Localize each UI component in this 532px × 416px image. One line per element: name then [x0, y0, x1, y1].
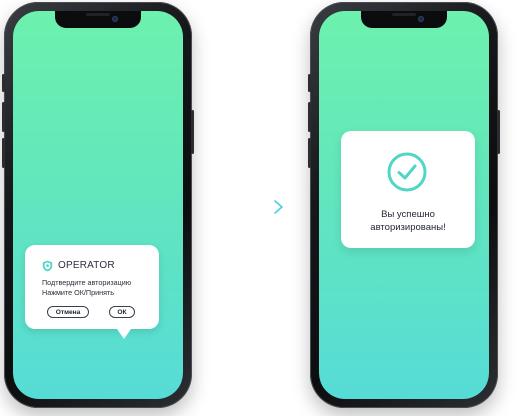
side-button [2, 74, 5, 92]
side-button [308, 74, 311, 92]
side-button [308, 138, 311, 168]
side-button [2, 102, 5, 132]
operator-app-name: OPERATOR [58, 260, 115, 271]
side-button [497, 110, 500, 154]
card-pointer [117, 329, 131, 339]
operator-auth-card: OPERATOR Подтвердите авторизацию Нажмите… [25, 245, 159, 329]
success-message: Вы успешно авторизированы! [370, 209, 446, 233]
speaker [86, 13, 110, 16]
phone-screen [13, 11, 183, 399]
shield-icon [42, 260, 53, 272]
notch [55, 11, 141, 28]
arrow-right-icon [205, 200, 283, 214]
notch [361, 11, 447, 28]
cancel-button[interactable]: Отмена [47, 306, 89, 318]
auth-message-line: Подтвердите авторизацию [42, 278, 132, 287]
speaker [392, 13, 416, 16]
ok-button[interactable]: ОК [109, 306, 135, 318]
auth-message: Подтвердите авторизацию Нажмите ОК/Приня… [42, 278, 131, 297]
camera [112, 16, 118, 22]
success-card: Вы успешно авторизированы! [341, 131, 475, 248]
side-button [308, 102, 311, 132]
side-button [191, 110, 194, 154]
camera [418, 16, 424, 22]
phone-left [2, 2, 194, 408]
check-circle-icon [387, 152, 427, 192]
side-button [2, 138, 5, 168]
auth-message-line: Нажмите ОК/Принять [42, 287, 115, 297]
